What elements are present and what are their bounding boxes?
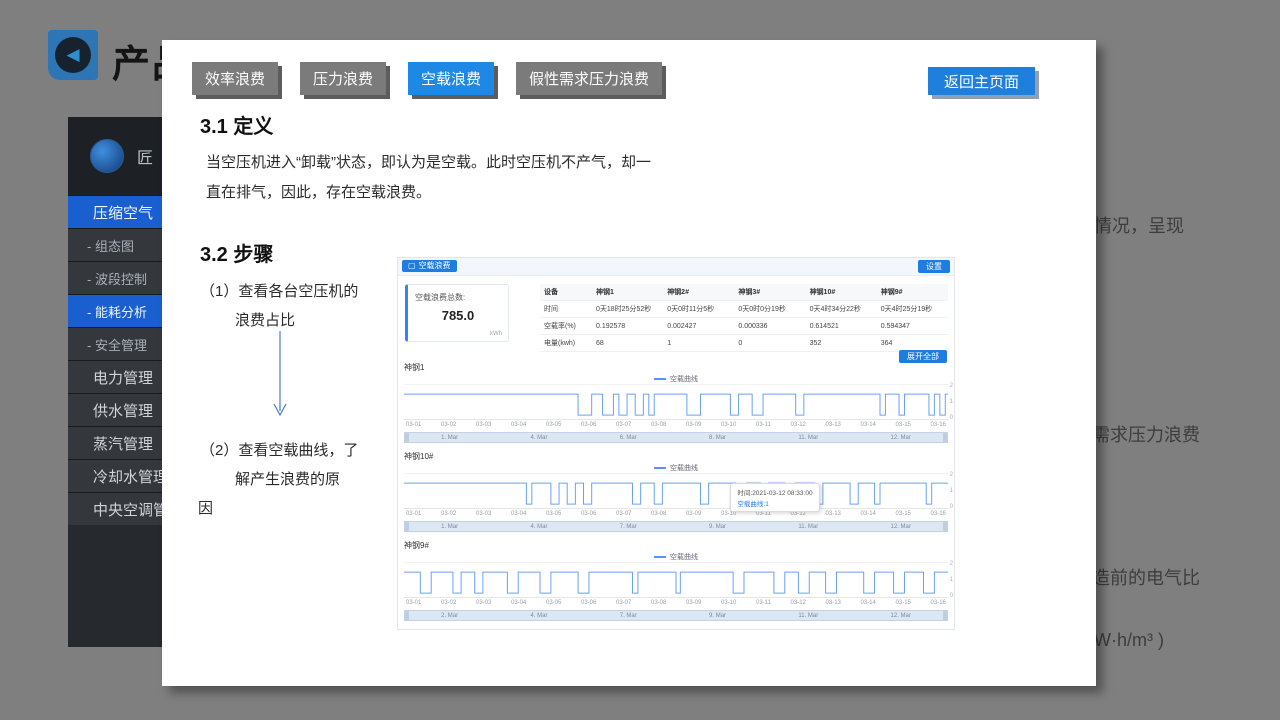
bg-text-fragment: 情况，呈现 xyxy=(1094,212,1184,238)
tab-1[interactable]: 效率浪费 xyxy=(192,62,278,95)
stat-label: 空载浪费总数: xyxy=(415,292,508,303)
legend-label: 空载曲线 xyxy=(670,463,698,473)
table-cell: 0.002427 xyxy=(663,318,734,335)
table-row: 空载率(%)0.1925780.0024270.0003360.6145210.… xyxy=(540,318,948,335)
row-label: 电量(kwh) xyxy=(540,335,592,352)
x-axis-labels: 03-0103-0203-0303-0403-0503-0603-0703-08… xyxy=(404,420,948,430)
chart-神钢10#: 神钢10#空载曲线210时间:2021-03-12 08:33:00空载曲线:1… xyxy=(404,451,948,532)
return-home-button[interactable]: 返回主页面 xyxy=(928,67,1035,95)
chart-device-label: 神钢1 xyxy=(404,362,948,374)
app-logo-icon xyxy=(90,139,124,173)
chart-legend[interactable]: 空载曲线 xyxy=(404,552,948,562)
legend-line-icon xyxy=(654,556,666,558)
table-cell: 0天18时25分52秒 xyxy=(592,301,663,318)
x-axis-labels: 03-0103-0203-0303-0403-0503-0603-0703-08… xyxy=(404,598,948,608)
y-axis-ticks: 210 xyxy=(950,561,953,599)
row-label: 空载率(%) xyxy=(540,318,592,335)
step-2-text: （2）查看空载曲线，了 解产生浪费的原 因 xyxy=(200,436,358,523)
table-cell: 0天4时34分22秒 xyxy=(806,301,877,318)
row-label: 时间 xyxy=(540,301,592,318)
table-cell: 0天0时0分19秒 xyxy=(734,301,805,318)
table-cell: 0.192578 xyxy=(592,318,663,335)
y-axis-ticks: 210 xyxy=(950,383,953,421)
bg-text-fragment: 需求压力浪费 xyxy=(1092,421,1200,447)
legend-label: 空载曲线 xyxy=(670,552,698,562)
table-header-cell: 设备 xyxy=(540,284,592,301)
table-cell: 68 xyxy=(592,335,663,352)
chart-device-label: 神钢9# xyxy=(404,540,948,552)
stat-unit: kWh xyxy=(490,331,502,337)
back-arrow-glyph: ◀ xyxy=(55,37,91,73)
steps-heading: 3.2 步骤 xyxy=(200,238,273,267)
table-cell: 0.594347 xyxy=(877,318,948,335)
table-row: 时间0天18时25分52秒0天0时11分5秒0天0时0分19秒0天4时34分22… xyxy=(540,301,948,318)
noload-curve-charts: 神钢1空载曲线21003-0103-0203-0303-0403-0503-06… xyxy=(404,362,948,629)
sidebar-logo-label: 匠 xyxy=(137,144,153,168)
table-cell: 0 xyxy=(734,335,805,352)
table-header-cell: 神钢9# xyxy=(877,284,948,301)
bg-text-fragment: 造前的电气比 xyxy=(1092,564,1200,590)
dashboard-screenshot: ▢ 空载浪费 设置 空载浪费总数: 785.0 kWh 设备神钢1神钢2#神钢3… xyxy=(397,257,955,630)
back-arrow-icon[interactable]: ◀ xyxy=(48,30,98,80)
chart-plot-area[interactable]: 210 xyxy=(404,384,948,420)
noload-waste-tag: ▢ 空载浪费 xyxy=(402,260,457,272)
chart-plot-area[interactable]: 210 xyxy=(404,562,948,598)
definition-text: 当空压机进入“卸载”状态，即认为是空载。此时空压机不产气，却一 直在排气，因此，… xyxy=(206,148,746,208)
table-cell: 352 xyxy=(806,335,877,352)
dashboard-header: ▢ 空载浪费 设置 xyxy=(398,258,954,276)
down-arrow-icon xyxy=(268,329,292,419)
step-1-text: （1）查看各台空压机的 浪费占比 xyxy=(200,277,358,335)
table-header-cell: 神钢1 xyxy=(592,284,663,301)
tab-3[interactable]: 空载浪费 xyxy=(408,62,494,95)
tab-2[interactable]: 压力浪费 xyxy=(300,62,386,95)
legend-line-icon xyxy=(654,467,666,469)
datazoom-slider[interactable]: 1. Mar4. Mar7. Mar9. Mar11. Mar12. Mar xyxy=(404,521,948,532)
settings-button[interactable]: 设置 xyxy=(918,260,950,273)
tab-4[interactable]: 假性需求压力浪费 xyxy=(516,62,662,95)
chart-神钢9#: 神钢9#空载曲线21003-0103-0203-0303-0403-0503-0… xyxy=(404,540,948,621)
table-header-cell: 神钢2# xyxy=(663,284,734,301)
definition-heading: 3.1 定义 xyxy=(200,110,273,139)
legend-label: 空载曲线 xyxy=(670,374,698,384)
chart-plot-area[interactable]: 210时间:2021-03-12 08:33:00空载曲线:1 xyxy=(404,473,948,509)
chart-tooltip: 时间:2021-03-12 08:33:00空载曲线:1 xyxy=(730,483,819,512)
x-axis-labels: 03-0103-0203-0303-0403-0503-0603-0703-08… xyxy=(404,509,948,519)
table-cell: 0.614521 xyxy=(806,318,877,335)
slide-background: ◀ 产品 匠 压缩空气- 组态图- 波段控制- 能耗分析- 安全管理电力管理供水… xyxy=(0,0,1280,720)
table-header-cell: 神钢3# xyxy=(734,284,805,301)
y-axis-ticks: 210 xyxy=(950,472,953,510)
bg-text-fragment: W·h/m³ ) xyxy=(1094,630,1164,651)
chart-device-label: 神钢10# xyxy=(404,451,948,463)
table-cell: 0.000336 xyxy=(734,318,805,335)
table-row: 电量(kwh)6810352364 xyxy=(540,335,948,352)
noload-total-card: 空载浪费总数: 785.0 kWh xyxy=(405,284,509,342)
datazoom-slider[interactable]: 1. Mar4. Mar6. Mar8. Mar11. Mar12. Mar xyxy=(404,432,948,443)
chart-legend[interactable]: 空载曲线 xyxy=(404,374,948,384)
table-cell: 1 xyxy=(663,335,734,352)
legend-line-icon xyxy=(654,378,666,380)
panel-icon: ▢ xyxy=(408,260,416,272)
waste-type-tabs: 效率浪费压力浪费空载浪费假性需求压力浪费 xyxy=(192,62,662,95)
devices-table: 设备神钢1神钢2#神钢3#神钢10#神钢9# 时间0天18时25分52秒0天0时… xyxy=(540,284,948,352)
chart-legend[interactable]: 空载曲线 xyxy=(404,463,948,473)
chart-神钢1: 神钢1空载曲线21003-0103-0203-0303-0403-0503-06… xyxy=(404,362,948,443)
table-cell: 0天0时11分5秒 xyxy=(663,301,734,318)
table-cell: 364 xyxy=(877,335,948,352)
table-cell: 0天4时25分19秒 xyxy=(877,301,948,318)
table-header-cell: 神钢10# xyxy=(806,284,877,301)
content-overlay-panel: 效率浪费压力浪费空载浪费假性需求压力浪费 返回主页面 3.1 定义 当空压机进入… xyxy=(162,40,1096,686)
stat-value: 785.0 xyxy=(408,308,508,323)
datazoom-slider[interactable]: 2. Mar4. Mar7. Mar9. Mar11. Mar12. Mar xyxy=(404,610,948,621)
